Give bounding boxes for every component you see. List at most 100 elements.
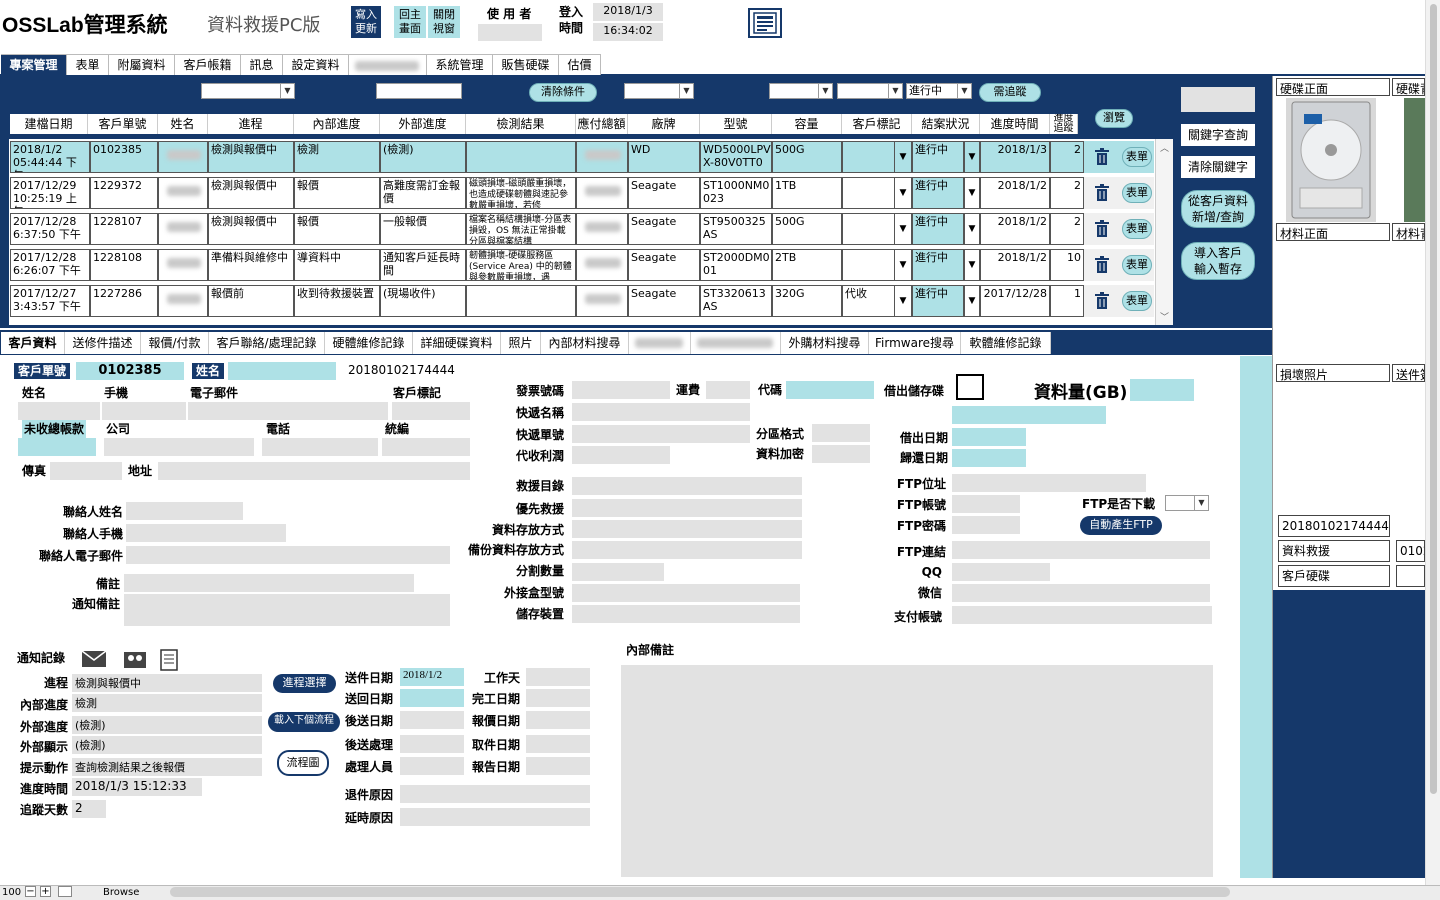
- cell-name[interactable]: [158, 213, 208, 245]
- cell-model[interactable]: ST1000NM0 023: [700, 177, 772, 209]
- cell-date[interactable]: 2017/12/27 3:43:57 下午: [10, 285, 90, 317]
- tab-estimate[interactable]: 估價: [559, 54, 601, 75]
- cell-brand[interactable]: WD: [628, 141, 700, 173]
- cell-result[interactable]: 檔案名稱結構損壞-分區表損毀，OS 無法正常掛載分區與檔案結構: [466, 213, 576, 245]
- tab-form[interactable]: 表單: [67, 54, 109, 75]
- ftp-password-field[interactable]: [952, 516, 1020, 534]
- clear-conditions-button[interactable]: 清除條件: [529, 83, 597, 102]
- storage-method-field[interactable]: [572, 520, 802, 538]
- chevron-down-icon[interactable]: ▼: [894, 141, 912, 173]
- taxid-field[interactable]: [382, 438, 470, 456]
- contact-email-field[interactable]: [126, 546, 450, 564]
- lend-date-field[interactable]: [952, 428, 1026, 446]
- cell-capacity[interactable]: 2TB: [772, 249, 842, 281]
- table-row[interactable]: 2017/12/29 10:25:19 上午1229372 檢測與報價中報價高難度…: [10, 177, 1154, 209]
- send-date-field[interactable]: 2018/1/2: [400, 668, 464, 686]
- cell-amount[interactable]: [576, 249, 628, 281]
- trash-icon[interactable]: [1094, 292, 1110, 310]
- chevron-down-icon[interactable]: ▼: [964, 141, 980, 173]
- table-row[interactable]: 2017/12/28 6:26:07 下午 1228108 準備料與維修中 導資料中通…: [10, 249, 1154, 281]
- enclosure-field[interactable]: [572, 584, 800, 602]
- return-reason-field[interactable]: [400, 785, 590, 803]
- cell-status[interactable]: 進行中: [912, 141, 964, 173]
- wechat-field[interactable]: [952, 584, 1210, 602]
- tab-attachment[interactable]: 附屬資料: [109, 54, 175, 75]
- form-button[interactable]: 表單: [1122, 291, 1152, 311]
- browse-button[interactable]: 瀏覽: [1095, 109, 1133, 128]
- horizontal-scrollbar[interactable]: [170, 887, 1230, 897]
- cell-status[interactable]: 進行中: [912, 213, 964, 245]
- shipping-fee-field[interactable]: [706, 381, 750, 399]
- load-next-button[interactable]: 載入下個流程: [268, 712, 340, 732]
- filter-status-select[interactable]: 進行中 ▼: [906, 83, 972, 99]
- cod-profit-field[interactable]: [572, 446, 670, 464]
- cell-name[interactable]: [158, 177, 208, 209]
- btab-hdd-detail[interactable]: 詳細硬碟資料: [413, 332, 501, 354]
- table-row[interactable]: 2017/12/28 6:37:50 下午 1228107 檢測與報價中 報價 一般報價…: [10, 213, 1154, 245]
- chevron-down-icon[interactable]: ▼: [894, 177, 912, 209]
- mobile-field[interactable]: [102, 402, 186, 420]
- cell-internal[interactable]: 報價: [294, 213, 380, 245]
- quote-date-field[interactable]: [526, 711, 590, 729]
- form-button[interactable]: 表單: [1122, 147, 1152, 167]
- btab-photos[interactable]: 照片: [501, 332, 541, 354]
- backup-method-field[interactable]: [572, 541, 802, 559]
- clear-keyword-button[interactable]: 清除關鍵字: [1181, 156, 1255, 178]
- cell-order[interactable]: 1228108: [90, 249, 158, 281]
- trash-icon[interactable]: [1094, 184, 1110, 202]
- cell-brand[interactable]: Seagate: [628, 177, 700, 209]
- report-date-field[interactable]: [526, 757, 590, 775]
- ftp-link-field[interactable]: [952, 541, 1210, 559]
- post-send-field[interactable]: [400, 711, 464, 729]
- cell-name[interactable]: [158, 141, 208, 173]
- import-customer-button[interactable]: 導入客戶 輸入暫存: [1181, 242, 1255, 280]
- ftp-account-field[interactable]: [952, 495, 1020, 513]
- cell-status[interactable]: 進行中: [912, 285, 964, 317]
- cell-model[interactable]: ST9500325 AS: [700, 213, 772, 245]
- mail-icon[interactable]: [80, 648, 108, 670]
- cell-external[interactable]: (現場收件): [380, 285, 466, 317]
- cell-name[interactable]: [158, 285, 208, 317]
- filter-select-1[interactable]: ▼: [201, 83, 295, 99]
- cell-order[interactable]: 1227286: [90, 285, 158, 317]
- close-window-button[interactable]: 關閉 視窗: [428, 6, 460, 38]
- notify-note-field[interactable]: [124, 594, 450, 626]
- btab-hw-repair[interactable]: 硬體維修記錄: [325, 332, 413, 354]
- cell-stage[interactable]: 檢測與報價中: [208, 141, 294, 173]
- cell-external[interactable]: 通知客戶延長時間: [380, 249, 466, 281]
- data-size-field[interactable]: [1130, 379, 1194, 401]
- cell-date[interactable]: 2018/1/2 05:44:44 下午: [10, 141, 90, 173]
- cell-order[interactable]: 1229372: [90, 177, 158, 209]
- fax-field[interactable]: [50, 462, 122, 480]
- storage-device-field[interactable]: [572, 605, 800, 623]
- tab-project[interactable]: 專案管理: [1, 54, 67, 75]
- cell-result[interactable]: [466, 285, 576, 317]
- cell-brand[interactable]: Seagate: [628, 285, 700, 317]
- filter-select-4[interactable]: ▼: [769, 83, 833, 99]
- cell-status[interactable]: 進行中: [912, 249, 964, 281]
- handler-field[interactable]: [400, 757, 464, 775]
- flowchart-button[interactable]: 流程圖: [277, 750, 329, 776]
- btab-quote-pay[interactable]: 報價/付款: [141, 332, 209, 354]
- tab-system[interactable]: 系統管理: [427, 54, 493, 75]
- cell-brand[interactable]: Seagate: [628, 213, 700, 245]
- return-send-field[interactable]: [400, 689, 464, 707]
- btab-internal-material[interactable]: 內部材料搜尋: [541, 332, 629, 354]
- courier-field[interactable]: [572, 403, 750, 421]
- cell-external[interactable]: (檢測): [380, 141, 466, 173]
- ftp-download-select[interactable]: ▼: [1165, 495, 1209, 511]
- cell-external[interactable]: 高難度需訂金報價: [380, 177, 466, 209]
- cell-amount[interactable]: [576, 213, 628, 245]
- phone-field[interactable]: [262, 438, 378, 456]
- delay-reason-field[interactable]: [400, 808, 590, 826]
- invoice-field[interactable]: [572, 381, 670, 399]
- cell-name[interactable]: [158, 249, 208, 281]
- home-button[interactable]: 回主 畫面: [394, 6, 426, 38]
- btab-firmware[interactable]: Firmware搜尋: [869, 332, 961, 354]
- cell-stage[interactable]: 檢測與報價中: [208, 213, 294, 245]
- chevron-down-icon[interactable]: ▼: [964, 249, 980, 281]
- table-row[interactable]: 2017/12/27 3:43:57 下午 1227286 報價前 收到待救援裝置 (現…: [10, 285, 1154, 317]
- company-field[interactable]: [104, 438, 254, 456]
- code-field[interactable]: [786, 381, 874, 399]
- internal-note-field[interactable]: [621, 665, 1213, 877]
